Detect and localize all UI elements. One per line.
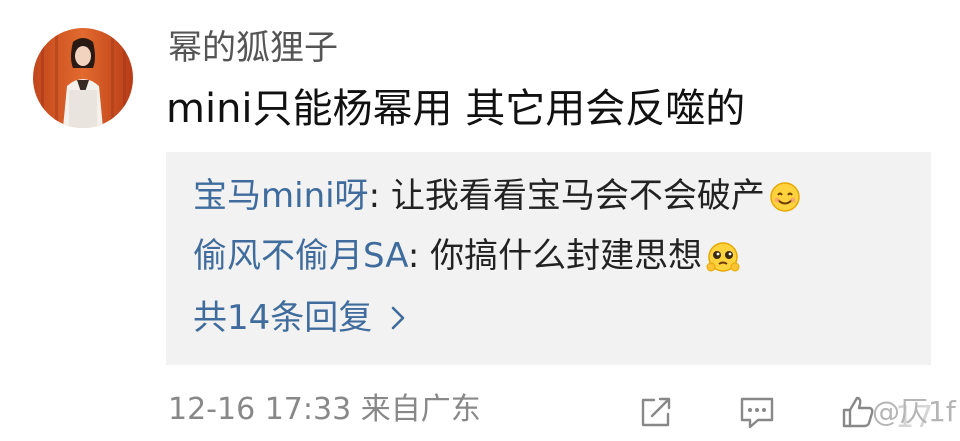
thumbs-up-icon (842, 396, 874, 428)
reply-preview-box[interactable]: 宝马mini呀: 让我看看宝马会不会破产 偷风不偷月SA: 你搞什么封建思想 共… (166, 152, 931, 365)
smiling-face-icon (769, 181, 801, 222)
reply-separator: : (368, 176, 391, 216)
reply-author[interactable]: 偷风不偷月SA (193, 236, 408, 276)
reply-text: 你搞什么封建思想 (430, 236, 703, 276)
location: 来自广东 (360, 392, 481, 427)
watermark: @仄1f (872, 395, 956, 428)
more-replies-link[interactable]: 共14条回复 (193, 298, 406, 340)
comment-text: mini只能杨幂用 其它用会反噬的 (166, 86, 746, 132)
timestamp: 12-16 17:33 (168, 392, 352, 427)
reply-separator: : (407, 236, 431, 276)
share-button[interactable] (638, 394, 674, 434)
reply-author[interactable]: 宝马mini呀 (193, 176, 369, 216)
reply-text: 让我看看宝马会不会破产 (390, 176, 765, 216)
like-button[interactable] (840, 394, 876, 434)
avatar[interactable] (33, 28, 133, 128)
avatar-photo (33, 28, 133, 128)
chevron-right-icon (390, 300, 406, 340)
reply-item: 偷风不偷月SA: 你搞什么封建思想 (193, 236, 740, 282)
username[interactable]: 幂的狐狸子 (168, 28, 338, 68)
more-replies-label: 共14条回复 (193, 298, 373, 338)
reply-item: 宝马mini呀: 让我看看宝马会不会破产 (193, 176, 801, 222)
comment-button[interactable] (738, 394, 776, 434)
share-icon (641, 397, 671, 427)
comment-icon (740, 397, 774, 429)
comment-meta: 12-16 17:33 来自广东 (168, 390, 481, 430)
pleading-face-icon (706, 241, 740, 282)
